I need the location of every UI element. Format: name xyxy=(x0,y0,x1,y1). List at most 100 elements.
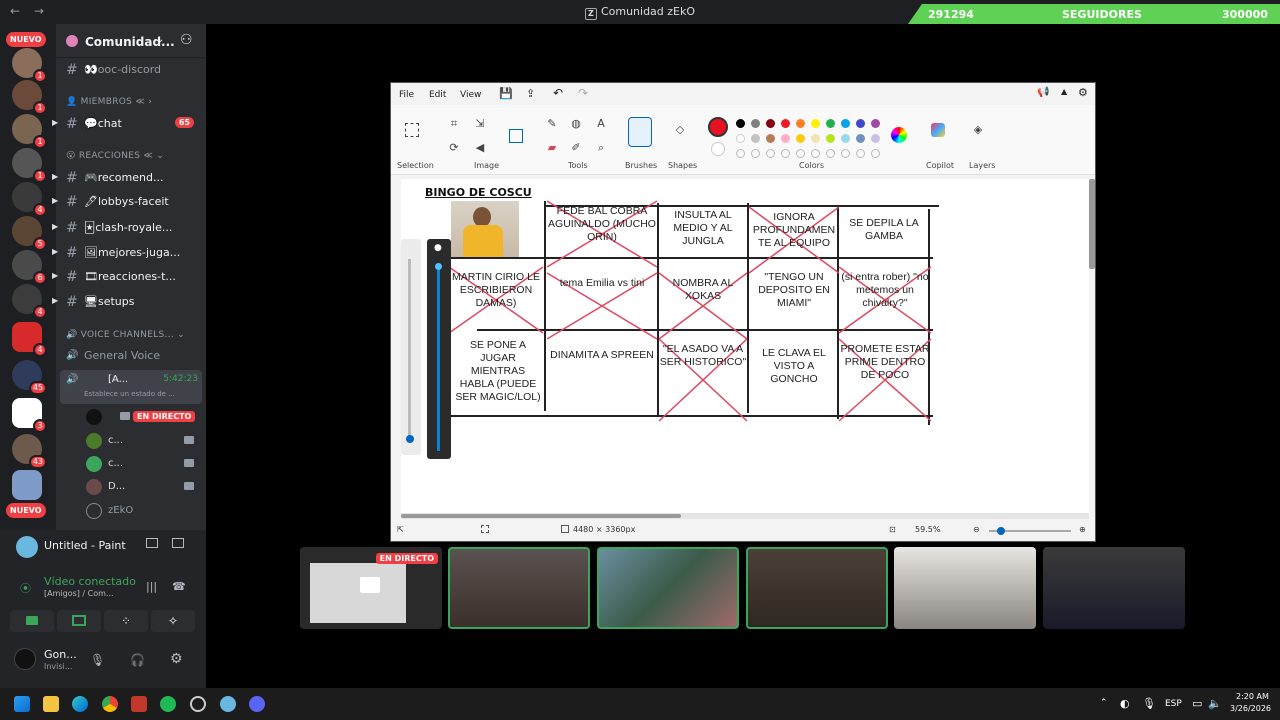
spotify-icon[interactable] xyxy=(160,696,176,712)
color-swatch[interactable] xyxy=(751,134,760,143)
color-swatch[interactable] xyxy=(766,119,775,128)
color-swatch[interactable] xyxy=(856,119,865,128)
brushes-button[interactable] xyxy=(628,117,652,147)
redo-icon[interactable]: ↷ xyxy=(578,86,588,100)
color-swatch[interactable] xyxy=(796,134,805,143)
start-icon[interactable] xyxy=(14,696,30,712)
clock-time[interactable]: 2:20 AM xyxy=(1236,692,1269,701)
layers-icon[interactable]: ◈ xyxy=(971,123,985,137)
zoom-level[interactable]: 59.5% xyxy=(915,525,940,534)
fit-icon[interactable]: ⊡ xyxy=(889,525,896,534)
server-icon[interactable]: 4 xyxy=(12,284,47,319)
color-swatch[interactable] xyxy=(871,119,880,128)
server-icon[interactable]: 43 xyxy=(12,434,47,469)
channel-lobbys-faceit[interactable]: ▶ # 🖊lobbys-faceit xyxy=(52,191,206,213)
color-swatch[interactable] xyxy=(826,119,835,128)
server-icon[interactable]: 6 xyxy=(12,250,47,285)
crop-icon[interactable]: ⌗ xyxy=(447,117,461,131)
empty-color-slot[interactable] xyxy=(766,149,775,158)
zoom-out-icon[interactable]: ⊖ xyxy=(973,525,980,534)
size-thumb[interactable] xyxy=(435,263,442,270)
server-icon[interactable]: 1 xyxy=(12,48,47,83)
file-explorer-icon[interactable] xyxy=(43,696,59,712)
menu-file[interactable]: File xyxy=(399,90,414,100)
display-icon[interactable]: ▭ xyxy=(1192,697,1202,710)
text-icon[interactable]: A xyxy=(594,117,608,131)
magnifier-icon[interactable]: ⌕ xyxy=(594,141,608,155)
news-app-icon[interactable] xyxy=(131,696,147,712)
primary-color[interactable] xyxy=(708,117,728,137)
shapes-icon[interactable]: ◇ xyxy=(673,123,687,137)
camera-tile[interactable] xyxy=(894,547,1036,629)
invite-people-icon[interactable]: ⚇ xyxy=(180,32,193,48)
camera-tile[interactable] xyxy=(448,547,590,629)
channel-mejores-jugadas[interactable]: ▶ # 🖼mejores-juga... xyxy=(52,242,206,264)
empty-color-slot[interactable] xyxy=(736,149,745,158)
channel-ooc-discord[interactable]: # 👀ooc-discord xyxy=(56,59,206,81)
voice-user[interactable]: c... xyxy=(56,430,206,452)
copilot-icon[interactable] xyxy=(931,123,945,137)
gear-icon[interactable]: ⚙ xyxy=(1078,86,1088,99)
gear-icon[interactable]: ⚙ xyxy=(170,651,183,667)
color-swatch[interactable] xyxy=(841,134,850,143)
edit-colors-icon[interactable] xyxy=(891,127,907,143)
microphone-icon[interactable]: 🎙 xyxy=(90,653,105,667)
save-icon[interactable]: 💾 xyxy=(499,87,513,100)
channel-reacciones-t[interactable]: ▶ # 🎞reacciones-t... xyxy=(52,266,206,288)
chrome-icon[interactable] xyxy=(102,696,118,712)
scroll-thumb[interactable] xyxy=(401,514,681,518)
selection-icon[interactable] xyxy=(405,123,419,137)
color-swatch[interactable] xyxy=(766,134,775,143)
server-icon[interactable]: 5 xyxy=(12,216,47,251)
chevron-up-icon[interactable]: ⌃ xyxy=(1100,698,1108,708)
camera-tile[interactable] xyxy=(1043,547,1185,629)
voice-channel-active[interactable]: 🔊 [A... 5:42:23 Establece un estado de .… xyxy=(60,370,202,404)
volume-icon[interactable]: 🔈 xyxy=(1208,697,1222,710)
horizontal-scrollbar[interactable] xyxy=(401,513,1089,519)
server-icon[interactable]: 1 xyxy=(12,114,47,149)
color-swatch[interactable] xyxy=(856,134,865,143)
color-swatch[interactable] xyxy=(781,119,790,128)
empty-color-slot[interactable] xyxy=(826,149,835,158)
category-voice-channels[interactable]: 🔊 VOICE CHANNELS... ⌄ xyxy=(66,330,185,340)
channel-setups[interactable]: ▶ # 🖥setups xyxy=(52,291,206,313)
color-picker-icon[interactable]: ✐ xyxy=(569,141,583,155)
color-swatch[interactable] xyxy=(736,134,745,143)
voice-user[interactable]: zEkO xyxy=(56,500,206,522)
chevron-down-icon[interactable]: ⌄ xyxy=(156,34,164,45)
paint-canvas[interactable]: BINGO DE COSCU FEDE BAL COBRA AGUINALDO … xyxy=(401,179,1089,515)
steam-tray-icon[interactable]: ◐ xyxy=(1120,697,1130,710)
color-swatch[interactable] xyxy=(871,134,880,143)
steam-icon[interactable] xyxy=(190,696,206,712)
rotate-icon[interactable]: ⟳ xyxy=(447,141,461,155)
size-track[interactable] xyxy=(437,265,440,451)
zoom-in-icon[interactable]: ⊕ xyxy=(1079,525,1086,534)
channel-chat[interactable]: ▶ # 💬chat 65 xyxy=(52,113,206,135)
empty-color-slot[interactable] xyxy=(751,149,760,158)
menu-view[interactable]: View xyxy=(460,90,481,100)
empty-color-slot[interactable] xyxy=(811,149,820,158)
image-select-icon[interactable] xyxy=(509,129,523,143)
empty-color-slot[interactable] xyxy=(871,149,880,158)
color-swatch[interactable] xyxy=(826,134,835,143)
color-swatch[interactable] xyxy=(811,119,820,128)
voice-user[interactable]: c... xyxy=(56,453,206,475)
resize-icon[interactable]: ⇲ xyxy=(473,117,487,131)
zoom-thumb[interactable] xyxy=(997,527,1005,535)
microphone-tray-icon[interactable]: 🎙 xyxy=(1142,697,1156,710)
voice-status-prompt[interactable]: Establece un estado de ... xyxy=(84,390,175,398)
opacity-track[interactable] xyxy=(408,259,411,439)
fill-icon[interactable]: ◍ xyxy=(569,117,583,131)
undo-icon[interactable]: ↶ xyxy=(553,86,563,100)
eraser-icon[interactable]: ▰ xyxy=(545,141,559,155)
server-header[interactable]: Comunidad... ⌄ ⚇ xyxy=(56,24,206,58)
color-swatch[interactable] xyxy=(841,119,850,128)
voice-channel-general[interactable]: 🔊 General Voice xyxy=(56,345,206,367)
language-indicator[interactable]: ESP xyxy=(1165,699,1182,709)
color-swatch[interactable] xyxy=(796,119,805,128)
stream-tile[interactable]: EN DIRECTO xyxy=(300,547,442,629)
server-icon[interactable]: 3 xyxy=(12,398,47,433)
category-miembros[interactable]: 👤 MIEMBROS ≪ › xyxy=(66,97,152,107)
server-icon[interactable]: 1 xyxy=(12,80,47,115)
channel-clash-royale[interactable]: ▶ # 🃏clash-royale... xyxy=(52,217,206,239)
